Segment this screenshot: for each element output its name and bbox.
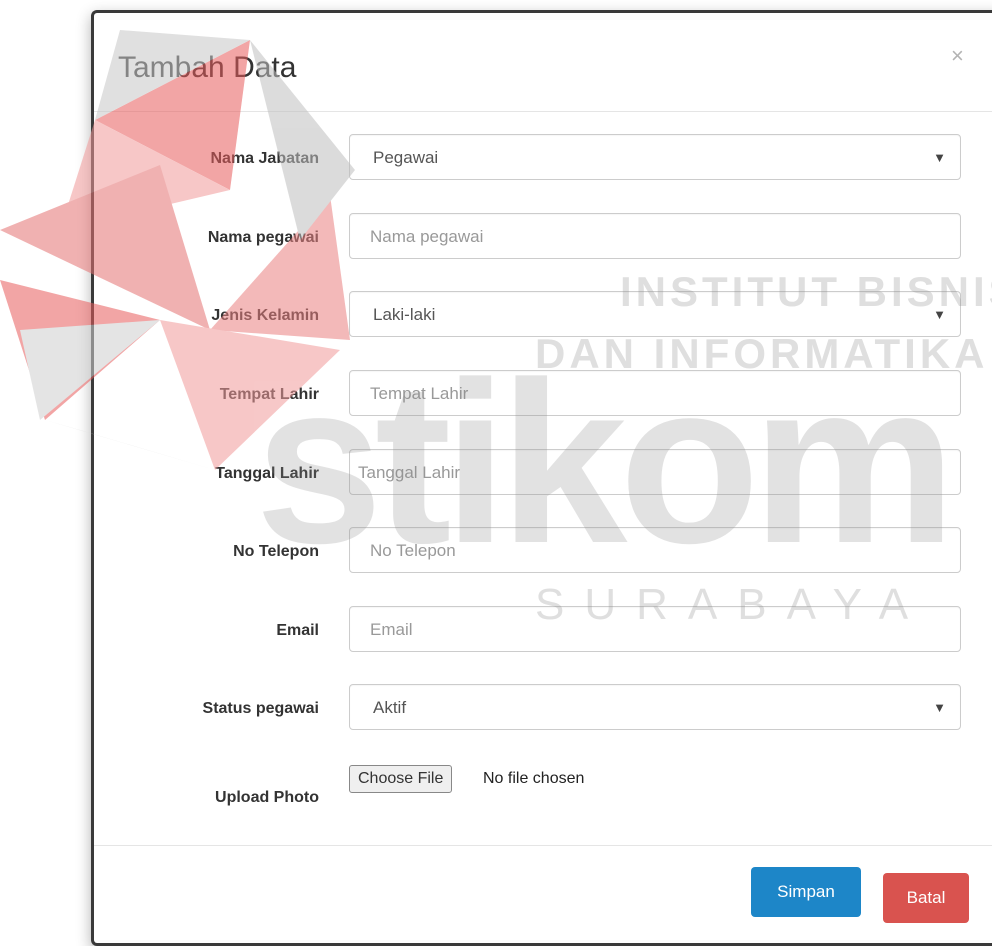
modal-title: Tambah Data [118, 51, 297, 84]
add-data-modal: Tambah Data × Nama Jabatan Pegawai ▼ Nam… [91, 10, 992, 946]
nama-jabatan-select[interactable]: Pegawai ▼ [349, 134, 961, 180]
tempat-lahir-label: Tempat Lahir [219, 386, 319, 403]
nama-pegawai-input[interactable]: Nama pegawai [349, 213, 961, 259]
no-telepon-input[interactable]: No Telepon [349, 527, 961, 573]
form-row-tempat-lahir: Tempat Lahir Tempat Lahir [94, 370, 992, 422]
tanggal-lahir-input[interactable]: Tanggal Lahir [349, 449, 961, 495]
file-status-text: No file chosen [483, 770, 585, 787]
form-row-jenis-kelamin: Jenis Kelamin Laki-laki ▼ [94, 291, 992, 343]
email-placeholder: Email [370, 620, 413, 639]
upload-photo-label: Upload Photo [215, 789, 319, 806]
nama-jabatan-value: Pegawai [373, 148, 439, 167]
form-row-status-pegawai: Status pegawai Aktif ▼ [94, 684, 992, 736]
form-row-no-telepon: No Telepon No Telepon [94, 527, 992, 579]
status-pegawai-value: Aktif [373, 698, 407, 717]
email-label: Email [276, 622, 319, 639]
form-row-nama-jabatan: Nama Jabatan Pegawai ▼ [94, 134, 992, 186]
footer-divider [94, 845, 992, 846]
form-row-email: Email Email [94, 606, 992, 658]
save-button[interactable]: Simpan [751, 867, 861, 917]
jenis-kelamin-value: Laki-laki [373, 305, 436, 324]
chevron-down-icon: ▼ [933, 700, 946, 715]
tempat-lahir-placeholder: Tempat Lahir [370, 384, 469, 403]
close-icon[interactable]: × [951, 43, 964, 69]
no-telepon-placeholder: No Telepon [370, 541, 456, 560]
tanggal-lahir-label: Tanggal Lahir [215, 465, 319, 482]
form-row-tanggal-lahir: Tanggal Lahir Tanggal Lahir [94, 449, 992, 501]
tempat-lahir-input[interactable]: Tempat Lahir [349, 370, 961, 416]
status-pegawai-select[interactable]: Aktif ▼ [349, 684, 961, 730]
no-telepon-label: No Telepon [233, 543, 319, 560]
tanggal-lahir-placeholder: Tanggal Lahir [358, 463, 461, 482]
form-row-nama-pegawai: Nama pegawai Nama pegawai [94, 213, 992, 265]
modal-header: Tambah Data × [94, 13, 992, 112]
chevron-down-icon: ▼ [933, 150, 946, 165]
page-backdrop [0, 0, 92, 943]
cancel-button[interactable]: Batal [883, 873, 969, 923]
choose-file-button[interactable]: Choose File [349, 765, 453, 793]
jenis-kelamin-select[interactable]: Laki-laki ▼ [349, 291, 961, 337]
nama-pegawai-label: Nama pegawai [207, 229, 319, 246]
nama-jabatan-label: Nama Jabatan [210, 150, 320, 167]
jenis-kelamin-label: Jenis Kelamin [211, 307, 319, 324]
email-input[interactable]: Email [349, 606, 961, 652]
chevron-down-icon: ▼ [933, 307, 946, 322]
nama-pegawai-placeholder: Nama pegawai [370, 227, 484, 246]
form-row-upload-photo: Upload Photo Choose File No file chosen [94, 765, 992, 817]
status-pegawai-label: Status pegawai [202, 700, 319, 717]
